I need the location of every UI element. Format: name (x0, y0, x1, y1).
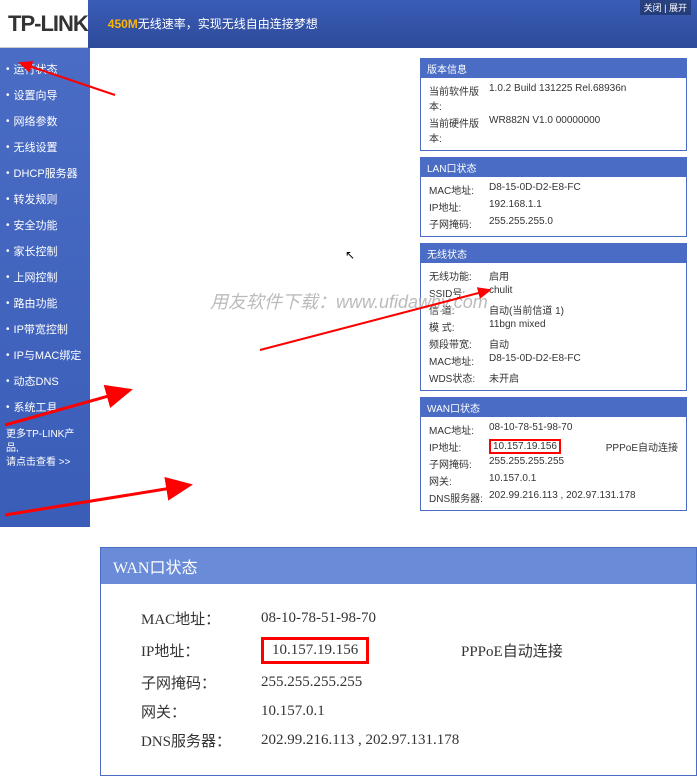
banner-highlight: 450M (108, 17, 138, 31)
info-row: WDS状态:未开启 (429, 369, 678, 386)
info-row: 模 式:11bgn mixed (429, 318, 678, 335)
zoom-row: MAC地址：08-10-78-51-98-70 (141, 604, 656, 633)
sidebar-item-ipmac[interactable]: IP与MAC绑定 (0, 342, 90, 368)
sidebar-item-forward[interactable]: 转发规则 (0, 186, 90, 212)
zoom-row: 网关：10.157.0.1 (141, 697, 656, 726)
zoom-panel-wan: WAN口状态 MAC地址：08-10-78-51-98-70 IP地址：10.1… (100, 547, 697, 776)
sidebar-item-security[interactable]: 安全功能 (0, 212, 90, 238)
logo: TP-LINK (0, 11, 88, 37)
ip-highlight-box: 10.157.19.156 (489, 439, 561, 454)
info-row: 当前硬件版本:WR882N V1.0 00000000 (429, 114, 678, 146)
info-row: 子网掩码:255.255.255.0 (429, 215, 678, 232)
banner-text: 无线速率，实现无线自由连接梦想 (138, 15, 318, 32)
info-row: 频段带宽:自动 (429, 335, 678, 352)
panel-wan: WAN口状态 MAC地址:08-10-78-51-98-70 IP地址:10.1… (420, 397, 687, 511)
panel-wireless: 无线状态 无线功能:启用 SSID号:chulit 信 道:自动(当前信道 1)… (420, 243, 687, 391)
zoom-row: DNS服务器：202.99.216.113 , 202.97.131.178 (141, 726, 656, 755)
zoom-header: WAN口状态 (101, 548, 696, 584)
sidebar-item-access[interactable]: 上网控制 (0, 264, 90, 290)
info-row: IP地址:192.168.1.1 (429, 198, 678, 215)
sidebar-item-ddns[interactable]: 动态DNS (0, 368, 90, 394)
sidebar-item-routing[interactable]: 路由功能 (0, 290, 90, 316)
header: TP-LINK 450M 无线速率，实现无线自由连接梦想 关闭 | 展开 (0, 0, 697, 48)
zoom-row: 子网掩码：255.255.255.255 (141, 668, 656, 697)
info-row: MAC地址:D8-15-0D-D2-E8-FC (429, 352, 678, 369)
zoom-ip-highlight-box: 10.157.19.156 (261, 637, 369, 664)
info-row: 信 道:自动(当前信道 1) (429, 301, 678, 318)
sidebar-item-tools[interactable]: 系统工具 (0, 394, 90, 420)
sidebar-item-parent[interactable]: 家长控制 (0, 238, 90, 264)
sidebar-item-network[interactable]: 网络参数 (0, 108, 90, 134)
panel-lan: LAN口状态 MAC地址:D8-15-0D-D2-E8-FC IP地址:192.… (420, 157, 687, 237)
sidebar-item-wizard[interactable]: 设置向导 (0, 82, 90, 108)
sidebar-footer[interactable]: 更多TP-LINK产品, 请点击查看 >> (0, 420, 90, 478)
panel-wireless-header: 无线状态 (421, 244, 686, 263)
sidebar-item-status[interactable]: 运行状态 (0, 56, 90, 82)
sidebar-item-bandwidth[interactable]: IP带宽控制 (0, 316, 90, 342)
info-row: 无线功能:启用 (429, 267, 678, 284)
info-row: 子网掩码:255.255.255.255 (429, 455, 678, 472)
info-row-ip-highlight: IP地址:10.157.19.156PPPoE自动连接 (429, 438, 678, 455)
info-row: SSID号:chulit (429, 284, 678, 301)
panel-lan-header: LAN口状态 (421, 158, 686, 177)
sidebar-item-dhcp[interactable]: DHCP服务器 (0, 160, 90, 186)
panel-version: 版本信息 当前软件版本:1.0.2 Build 131225 Rel.68936… (420, 58, 687, 151)
info-row: MAC地址:D8-15-0D-D2-E8-FC (429, 181, 678, 198)
info-row: MAC地址:08-10-78-51-98-70 (429, 421, 678, 438)
panel-version-header: 版本信息 (421, 59, 686, 78)
content: 版本信息 当前软件版本:1.0.2 Build 131225 Rel.68936… (90, 48, 697, 527)
info-row: 当前软件版本:1.0.2 Build 131225 Rel.68936n (429, 82, 678, 114)
browser-menu[interactable]: 关闭 | 展开 (640, 0, 691, 15)
main-container: 运行状态 设置向导 网络参数 无线设置 DHCP服务器 转发规则 安全功能 家长… (0, 48, 697, 527)
zoom-row-ip-highlight: IP地址：10.157.19.156PPPoE自动连接 (141, 633, 656, 668)
cursor-icon: ↖ (345, 248, 355, 262)
info-row: DNS服务器:202.99.216.113 , 202.97.131.178 (429, 489, 678, 506)
sidebar: 运行状态 设置向导 网络参数 无线设置 DHCP服务器 转发规则 安全功能 家长… (0, 48, 90, 527)
info-row: 网关:10.157.0.1 (429, 472, 678, 489)
panel-wan-header: WAN口状态 (421, 398, 686, 417)
header-banner: 450M 无线速率，实现无线自由连接梦想 关闭 | 展开 (88, 0, 697, 48)
sidebar-item-wireless[interactable]: 无线设置 (0, 134, 90, 160)
